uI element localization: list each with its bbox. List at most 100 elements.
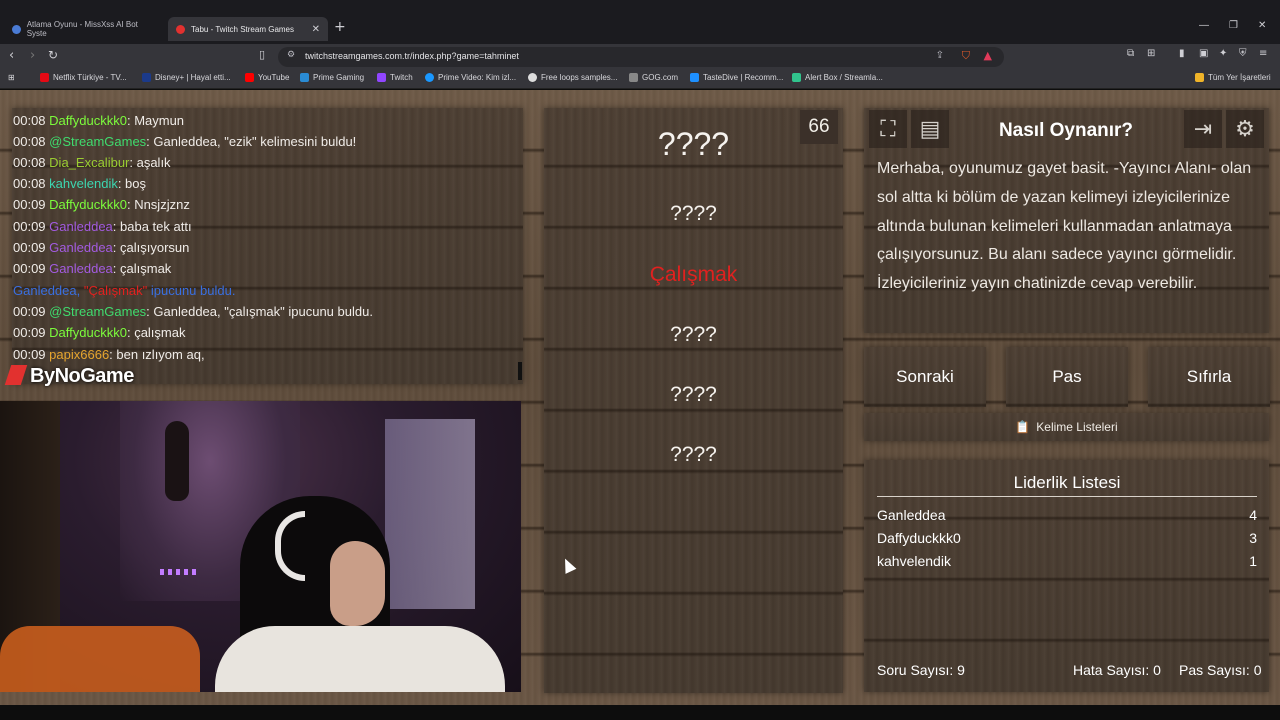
tab-label: Atlama Oyunu - MissXss AI Bot Syste: [26, 20, 138, 38]
bookmark-icon[interactable]: ▯: [259, 48, 265, 61]
vpn-icon[interactable]: ⛨: [1239, 48, 1247, 59]
chat-user[interactable]: @StreamGames: [49, 304, 146, 319]
leo-icon[interactable]: ✦: [1219, 48, 1227, 59]
chat-message: 00:09 Daffyduckkk0: çalışmak: [13, 325, 185, 340]
chat-user[interactable]: Daffyduckkk0: [49, 325, 127, 340]
chat-text: : çalışmak: [126, 325, 186, 340]
bookmark-prime-gaming[interactable]: Prime Gaming: [300, 73, 364, 82]
bookmark-label: YouTube: [258, 73, 290, 82]
bookmark-gog[interactable]: GOG.com: [629, 73, 678, 82]
howto-text: Merhaba, oyunumuz gayet basit. -Yayıncı …: [877, 160, 1252, 293]
bookmark-disney[interactable]: Disney+ | Hayal etti...: [142, 73, 231, 82]
player-name: Ganleddea: [877, 507, 946, 523]
chat-user[interactable]: Daffyduckkk0: [49, 113, 127, 128]
tab-tabu[interactable]: Tabu - Twitch Stream Games ✕: [168, 17, 328, 41]
hint-word-1: ????: [670, 202, 717, 225]
hint-word-3: ????: [670, 323, 717, 346]
extensions-icon[interactable]: ⧉: [1127, 48, 1134, 59]
next-button[interactable]: Sonraki: [864, 347, 986, 407]
new-tab-icon[interactable]: +: [334, 19, 346, 35]
leaderboard-panel: [864, 460, 1269, 692]
forward-icon[interactable]: ›: [30, 48, 35, 63]
share-icon[interactable]: ⇪: [936, 50, 944, 61]
sidebar-icon[interactable]: ▮: [1179, 48, 1185, 59]
prime-video-icon: [425, 73, 434, 82]
chat-time: 00:09: [13, 325, 46, 340]
wallet-icon[interactable]: ▣: [1199, 48, 1208, 59]
menu-icon[interactable]: ≡: [1259, 48, 1267, 59]
chat-time: 00:08: [13, 176, 46, 191]
gear-icon[interactable]: ⚙: [1226, 110, 1264, 148]
chat-user[interactable]: papix6666: [49, 347, 109, 362]
chat-user[interactable]: Daffyduckkk0: [49, 197, 127, 212]
chat-message: 00:09 papix6666: ben ızlıyom aq,: [13, 347, 205, 362]
chat-text: : baba tek attı: [112, 219, 192, 234]
chat-time: 00:09: [13, 240, 46, 255]
tab-label: Tabu - Twitch Stream Games: [191, 24, 294, 34]
browser-titlebar: Atlama Oyunu - MissXss AI Bot Syste Tabu…: [0, 0, 1280, 44]
fullscreen-icon[interactable]: ⛶: [869, 110, 907, 148]
close-window-icon[interactable]: ✕: [1258, 20, 1266, 31]
chat-text: : Maymun: [126, 113, 185, 128]
gog-icon: [629, 73, 638, 82]
bookmark-prime-video[interactable]: Prime Video: Kim izl...: [425, 73, 516, 82]
address-bar[interactable]: ⚙ twitchstreamgames.com.tr/index.php?gam…: [278, 47, 1004, 67]
brave-shield-icon[interactable]: ⛉: [962, 49, 970, 63]
leaderboard-title: Liderlik Listesi: [1013, 473, 1121, 492]
pass-count: Pas Sayısı: 0: [1179, 662, 1262, 678]
close-tab-icon[interactable]: ✕: [312, 24, 320, 35]
bookmark-tastedive[interactable]: TasteDive | Recomm...: [690, 73, 783, 82]
chat-text: : Nnsjzjznz: [126, 197, 190, 212]
bookmark-twitch[interactable]: Twitch: [377, 73, 413, 82]
player-name: Daffyduckkk0: [877, 530, 961, 546]
reset-button[interactable]: Sıfırla: [1148, 347, 1270, 407]
restore-icon[interactable]: ❐: [1229, 20, 1238, 31]
back-icon[interactable]: ‹: [9, 48, 14, 63]
chat-time: 00:09: [13, 347, 46, 362]
chat-scrollbar[interactable]: [518, 362, 522, 380]
bookmark-label: TasteDive | Recomm...: [703, 73, 784, 82]
chat-time: 00:08: [13, 155, 46, 170]
chat-text: : Ganleddea, "çalışmak" ipucunu buldu.: [146, 304, 373, 319]
rewards-icon[interactable]: ▲: [984, 49, 992, 62]
chat-user[interactable]: Ganleddea: [49, 261, 113, 276]
chat-user[interactable]: Ganleddea: [49, 240, 113, 255]
chat-text: : ben ızlıyom aq,: [109, 347, 205, 362]
bookmark-youtube[interactable]: YouTube: [245, 73, 289, 82]
document-icon[interactable]: ▤: [911, 110, 949, 148]
bookmark-label: Prime Gaming: [313, 73, 365, 82]
chat-user[interactable]: Dia_Excalibur: [49, 155, 129, 170]
word-lists-label: Kelime Listeleri: [1036, 420, 1118, 434]
pass-button[interactable]: Pas: [1006, 347, 1128, 407]
leaderboard-row: Daffyduckkk0 3: [877, 530, 1257, 546]
chat-text: : çalışıyorsun: [112, 240, 190, 255]
chat-user[interactable]: kahvelendik: [49, 176, 118, 191]
clipboard-icon: 📋: [1015, 420, 1031, 434]
chat-time: 00:09: [13, 219, 46, 234]
bynogame-logo: ByNoGame: [4, 365, 134, 388]
minimize-icon[interactable]: —: [1199, 20, 1209, 31]
bookmark-alert-box[interactable]: Alert Box / Streamla...: [792, 73, 883, 82]
chat-user[interactable]: @StreamGames: [49, 134, 146, 149]
tab-favicon-icon: [176, 24, 185, 34]
bookmark-label: GOG.com: [642, 73, 679, 82]
site-info-icon[interactable]: ⚙: [287, 50, 295, 60]
bookmark-label: Disney+ | Hayal etti...: [155, 73, 231, 82]
chat-time: 00:08: [13, 134, 46, 149]
exit-icon[interactable]: ⇥: [1184, 110, 1222, 148]
apps-icon[interactable]: ⊞: [8, 73, 15, 82]
reload-icon[interactable]: ↻: [48, 48, 58, 62]
bookmark-netflix[interactable]: Netflix Türkiye - TV...: [40, 73, 127, 82]
screen-bottom: [0, 705, 1280, 720]
chat-time: 00:09: [13, 304, 46, 319]
chat-text: : çalışmak: [112, 261, 172, 276]
tab-atlama-oyunu[interactable]: Atlama Oyunu - MissXss AI Bot Syste: [4, 17, 164, 41]
translate-icon[interactable]: ⊞: [1147, 48, 1155, 59]
bookmark-free-loops[interactable]: Free loops samples...: [528, 73, 617, 82]
chat-user[interactable]: Ganleddea: [49, 219, 113, 234]
youtube-icon: [245, 73, 254, 82]
bookmark-all[interactable]: Tüm Yer İşaretleri: [1195, 73, 1271, 82]
error-count: Hata Sayısı: 0: [1073, 662, 1161, 678]
hint-word-5: ????: [670, 443, 717, 466]
word-lists-button[interactable]: 📋 Kelime Listeleri: [864, 413, 1269, 441]
